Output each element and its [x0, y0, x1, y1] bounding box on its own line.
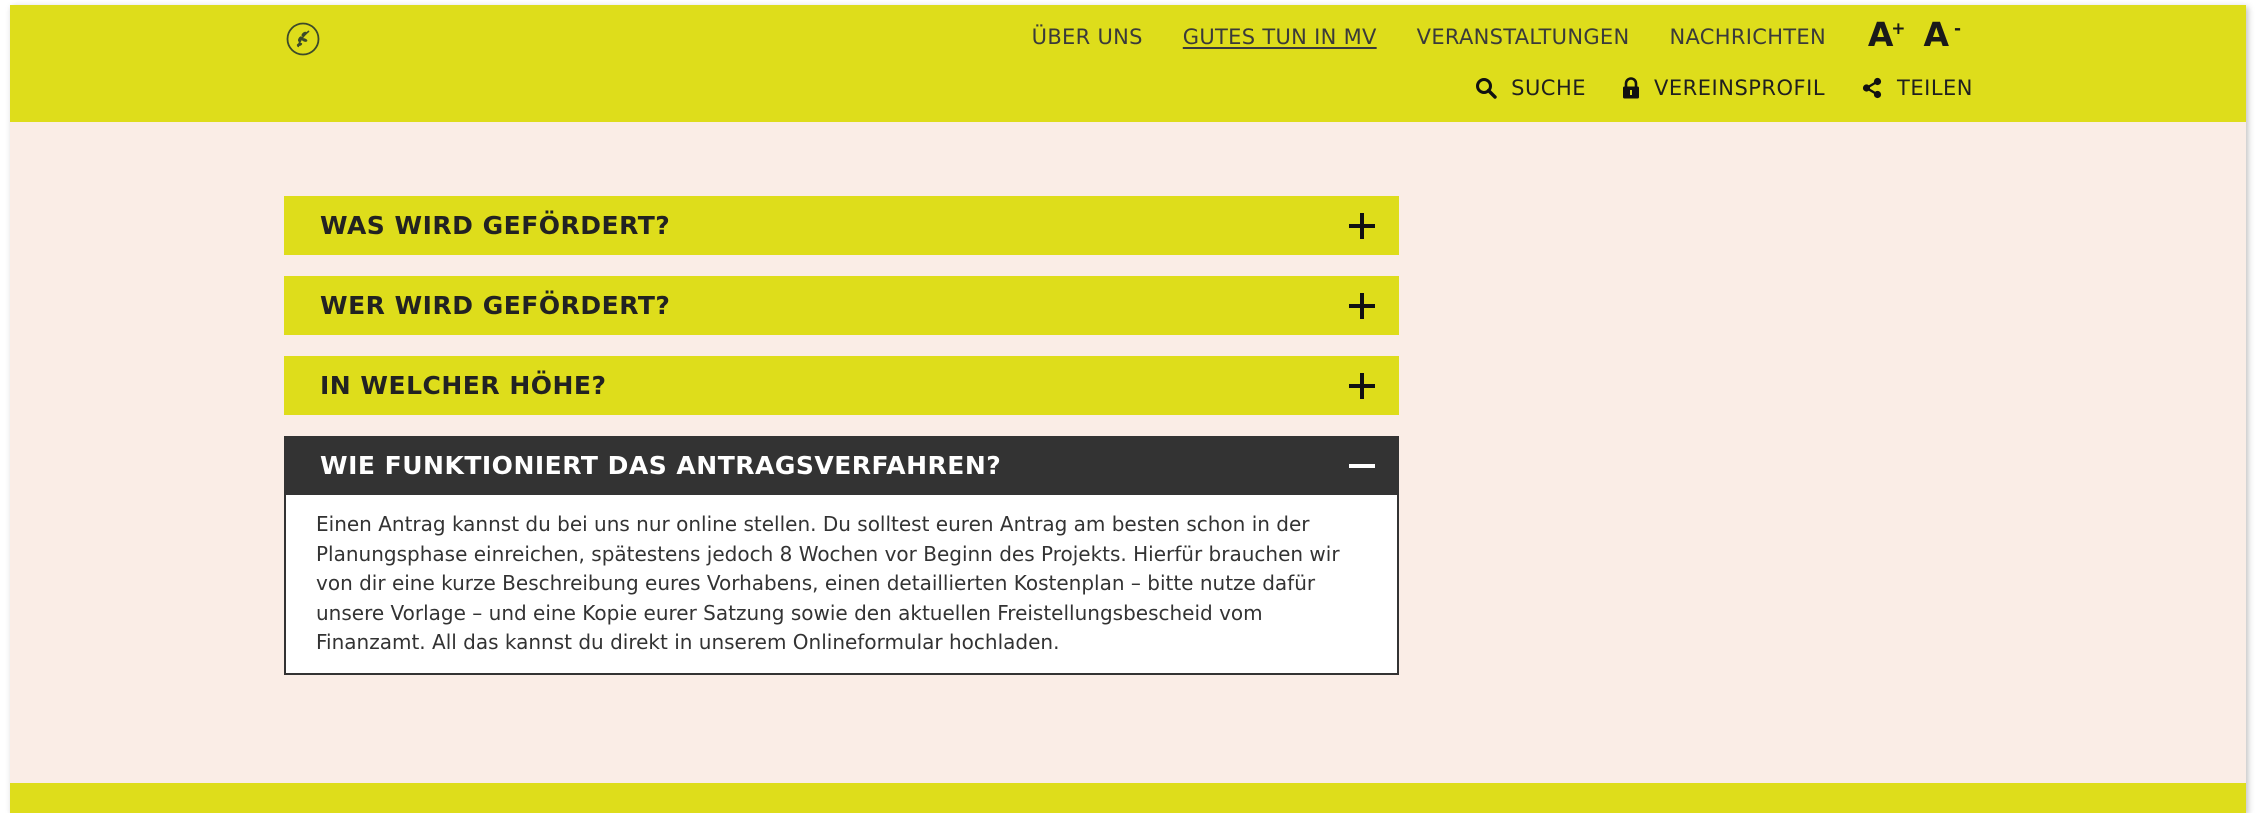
- vereinsprofil-label: VEREINSPROFIL: [1654, 76, 1826, 100]
- minus-icon[interactable]: [1347, 451, 1377, 481]
- accordion-title: WAS WIRD GEFÖRDERT?: [320, 211, 671, 240]
- site-header: ÜBER UNS GUTES TUN IN MV VERANSTALTUNGEN…: [10, 5, 2246, 122]
- page: ÜBER UNS GUTES TUN IN MV VERANSTALTUNGEN…: [10, 5, 2246, 813]
- font-increase-button[interactable]: A +: [1867, 15, 1906, 55]
- accordion-item-was-wird-gefoerdert: WAS WIRD GEFÖRDERT?: [284, 196, 1399, 255]
- lock-icon: [1623, 77, 1640, 99]
- nav-item-nachrichten[interactable]: NACHRICHTEN: [1669, 25, 1826, 49]
- share-button[interactable]: TEILEN: [1861, 76, 1973, 100]
- accordion-header[interactable]: IN WELCHER HÖHE?: [284, 356, 1399, 415]
- font-decrease-sign: -: [1953, 19, 1961, 39]
- accordion-title: WIE FUNKTIONIERT DAS ANTRAGSVERFAHREN?: [320, 451, 1002, 480]
- main-nav: ÜBER UNS GUTES TUN IN MV VERANSTALTUNGEN…: [992, 25, 1826, 49]
- accordion-header[interactable]: WAS WIRD GEFÖRDERT?: [284, 196, 1399, 255]
- font-increase-sign: +: [1891, 19, 1906, 39]
- accordion-header[interactable]: WER WIRD GEFÖRDERT?: [284, 276, 1399, 335]
- accordion-item-antragsverfahren: WIE FUNKTIONIERT DAS ANTRAGSVERFAHREN? E…: [284, 436, 1399, 675]
- font-size-controls: A + A-: [1846, 15, 1961, 55]
- share-icon: [1862, 77, 1882, 99]
- site-footer: [10, 783, 2246, 813]
- nav-item-ueber-uns[interactable]: ÜBER UNS: [1032, 25, 1143, 49]
- accordion-header[interactable]: WIE FUNKTIONIERT DAS ANTRAGSVERFAHREN?: [284, 436, 1399, 495]
- search-label: SUCHE: [1511, 76, 1587, 100]
- faq-accordion: WAS WIRD GEFÖRDERT? WER WIRD GEFÖRDERT? …: [284, 196, 1399, 696]
- plus-icon[interactable]: [1347, 211, 1377, 241]
- share-label: TEILEN: [1897, 76, 1973, 100]
- plus-icon[interactable]: [1347, 371, 1377, 401]
- accordion-title: WER WIRD GEFÖRDERT?: [320, 291, 671, 320]
- font-increase-label: A: [1867, 15, 1894, 54]
- search-icon: [1476, 78, 1497, 99]
- font-decrease-button[interactable]: A-: [1923, 15, 1961, 55]
- plus-icon[interactable]: [1347, 291, 1377, 321]
- logo-icon[interactable]: [284, 20, 322, 58]
- utility-nav: SUCHE VEREINSPROFIL TEILEN: [1439, 76, 1973, 100]
- font-decrease-label: A: [1923, 15, 1949, 54]
- accordion-item-wer-wird-gefoerdert: WER WIRD GEFÖRDERT?: [284, 276, 1399, 335]
- vereinsprofil-button[interactable]: VEREINSPROFIL: [1622, 76, 1825, 100]
- accordion-item-in-welcher-hoehe: IN WELCHER HÖHE?: [284, 356, 1399, 415]
- search-button[interactable]: SUCHE: [1475, 76, 1586, 100]
- accordion-body: Einen Antrag kannst du bei uns nur onlin…: [284, 495, 1399, 675]
- nav-item-veranstaltungen[interactable]: VERANSTALTUNGEN: [1417, 25, 1630, 49]
- accordion-title: IN WELCHER HÖHE?: [320, 371, 607, 400]
- nav-item-gutes-tun-in-mv[interactable]: GUTES TUN IN MV: [1183, 25, 1377, 49]
